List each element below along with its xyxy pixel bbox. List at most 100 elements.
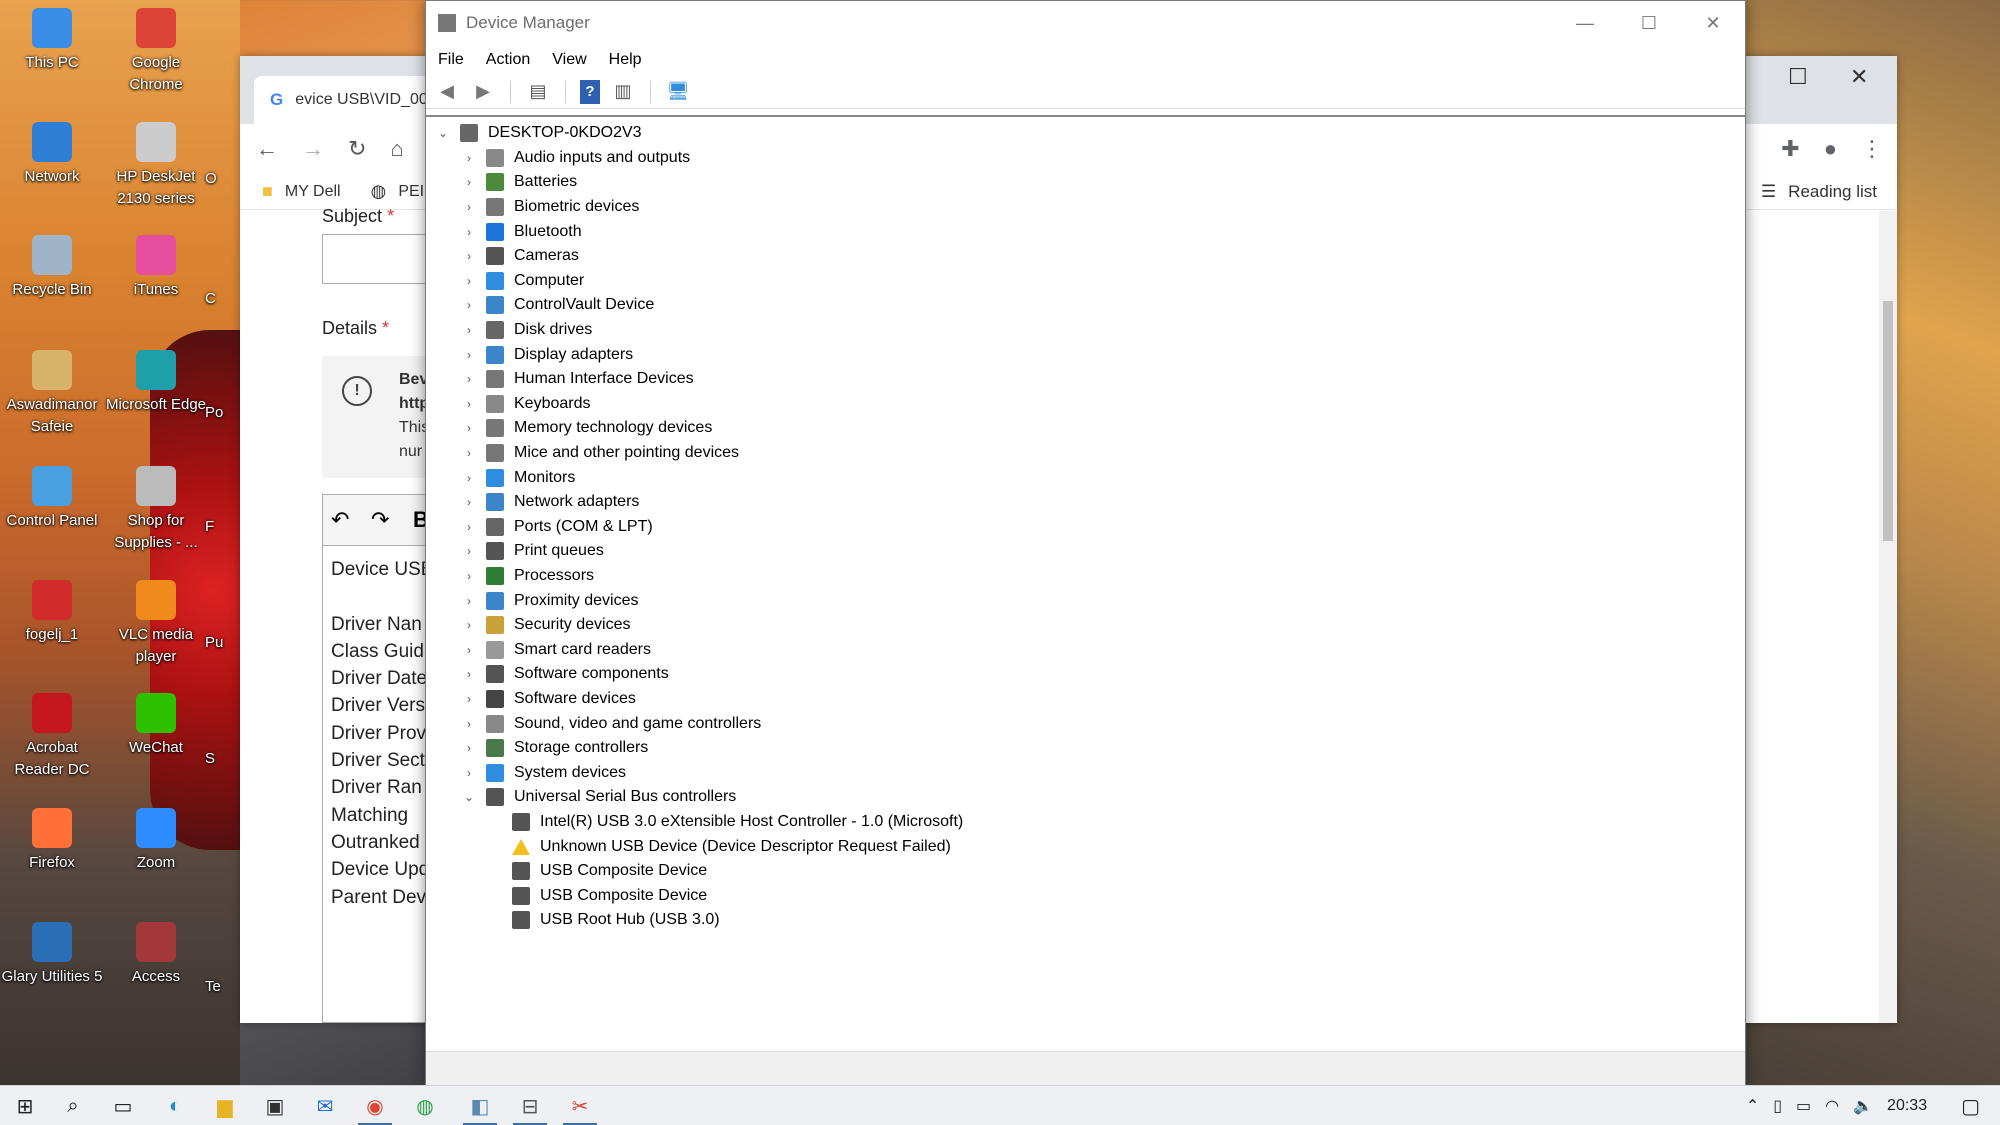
- menu-help[interactable]: Help: [609, 51, 642, 69]
- tree-category[interactable]: › Software devices: [462, 687, 636, 712]
- desktop-icon[interactable]: Access: [104, 922, 208, 988]
- dm-titlebar[interactable]: Device Manager — ☐ ✕: [426, 1, 1745, 45]
- tree-category[interactable]: › Disk drives: [462, 318, 592, 343]
- tree-device[interactable]: Intel(R) USB 3.0 eXtensible Host Control…: [512, 810, 963, 835]
- chevron-right-icon[interactable]: ›: [462, 495, 476, 509]
- reading-list-button[interactable]: ☰ Reading list: [1761, 174, 1877, 210]
- chevron-right-icon[interactable]: ›: [462, 569, 476, 583]
- browser-tab[interactable]: G evice USB\VID_00: [254, 76, 434, 124]
- home-icon[interactable]: ⌂: [390, 136, 403, 162]
- minimize-icon[interactable]: —: [1553, 1, 1617, 45]
- desktop-icon[interactable]: Firefox: [0, 808, 104, 874]
- back-icon[interactable]: ←: [256, 136, 278, 162]
- desktop-icon-label-partial[interactable]: Po: [205, 402, 245, 424]
- desktop-icon[interactable]: Acrobat Reader DC: [0, 693, 104, 781]
- chevron-right-icon[interactable]: ›: [462, 175, 476, 189]
- chevron-right-icon[interactable]: ›: [462, 471, 476, 485]
- chevron-down-icon[interactable]: ⌄: [462, 790, 476, 804]
- tree-device[interactable]: USB Composite Device: [512, 884, 707, 909]
- desktop-icon-label-partial[interactable]: F: [205, 516, 245, 538]
- tree-category[interactable]: › Smart card readers: [462, 638, 651, 663]
- extensions-icon[interactable]: ✚: [1781, 136, 1799, 162]
- wifi-icon[interactable]: ◠: [1825, 1096, 1839, 1116]
- tree-category[interactable]: › Print queues: [462, 539, 604, 564]
- properties-icon[interactable]: ▤: [525, 80, 551, 104]
- forward-arrow-icon[interactable]: ▶: [470, 80, 496, 104]
- view-icon[interactable]: ▥: [610, 80, 636, 104]
- chevron-right-icon[interactable]: ›: [462, 594, 476, 608]
- desktop-icon-label-partial[interactable]: Te: [205, 976, 245, 998]
- chevron-right-icon[interactable]: ›: [462, 225, 476, 239]
- tree-category[interactable]: › ControlVault Device: [462, 293, 654, 318]
- chevron-right-icon[interactable]: ›: [462, 421, 476, 435]
- device-manager-window[interactable]: Device Manager — ☐ ✕ File Action View Help …: [425, 0, 1746, 1086]
- chevron-right-icon[interactable]: ›: [462, 643, 476, 657]
- tree-category[interactable]: › Network adapters: [462, 490, 639, 515]
- chevron-right-icon[interactable]: ›: [462, 717, 476, 731]
- tree-device[interactable]: Unknown USB Device (Device Descriptor Re…: [512, 834, 951, 859]
- chevron-right-icon[interactable]: ›: [462, 249, 476, 263]
- chevron-right-icon[interactable]: ›: [462, 200, 476, 214]
- menu-view[interactable]: View: [552, 51, 586, 69]
- notifications-icon[interactable]: ▢: [1961, 1094, 1980, 1119]
- desktop-icon[interactable]: Recycle Bin: [0, 235, 104, 301]
- undo-icon[interactable]: ↶: [331, 507, 349, 533]
- tree-device[interactable]: USB Composite Device: [512, 859, 707, 884]
- chevron-down-icon[interactable]: ⌄: [436, 126, 450, 140]
- tree-category[interactable]: › Sound, video and game controllers: [462, 711, 761, 736]
- redo-icon[interactable]: ↷: [371, 507, 389, 533]
- chevron-right-icon[interactable]: ›: [462, 520, 476, 534]
- chrome-taskbar-icon[interactable]: ◉: [350, 1086, 400, 1125]
- subject-input[interactable]: [322, 234, 432, 284]
- tree-category[interactable]: › Processors: [462, 564, 594, 589]
- back-arrow-icon[interactable]: ◀: [434, 80, 460, 104]
- chevron-right-icon[interactable]: ›: [462, 544, 476, 558]
- battery-tray-icon[interactable]: ▭: [1796, 1096, 1811, 1116]
- desktop-icon[interactable]: fogelj_1: [0, 580, 104, 646]
- tree-category[interactable]: › Bluetooth: [462, 219, 582, 244]
- desktop-icon-label-partial[interactable]: C: [205, 288, 245, 310]
- desktop-icon-label-partial[interactable]: O: [205, 168, 245, 190]
- desktop-icon[interactable]: Google Chrome: [104, 8, 208, 96]
- tree-category[interactable]: › Storage controllers: [462, 736, 648, 761]
- desktop-icon-label-partial[interactable]: Pu: [205, 632, 245, 654]
- desktop-icon[interactable]: Control Panel: [0, 466, 104, 532]
- chevron-right-icon[interactable]: ›: [462, 151, 476, 165]
- chevron-right-icon[interactable]: ›: [462, 766, 476, 780]
- file-explorer-icon[interactable]: ▆: [200, 1086, 250, 1125]
- tree-category[interactable]: › Monitors: [462, 465, 575, 490]
- tree-category[interactable]: › Human Interface Devices: [462, 367, 694, 392]
- browser-scrollbar[interactable]: [1879, 211, 1897, 1023]
- device-tree[interactable]: ⌄ DESKTOP-0KDO2V3 › Audio inputs and output…: [426, 115, 1745, 1051]
- tree-category[interactable]: › Audio inputs and outputs: [462, 146, 690, 171]
- forward-icon[interactable]: →: [302, 136, 324, 162]
- tree-category[interactable]: › Batteries: [462, 170, 577, 195]
- details-editor[interactable]: Device USB Driver Nan Class Guid Driver Dat…: [322, 546, 432, 1023]
- desktop-icon[interactable]: This PC: [0, 8, 104, 74]
- browser-scroll-thumb[interactable]: [1883, 301, 1893, 541]
- desktop-icon[interactable]: iTunes: [104, 235, 208, 301]
- mail-icon[interactable]: ✉: [300, 1086, 350, 1125]
- clock[interactable]: 20:33: [1887, 1097, 1927, 1115]
- maximize-icon[interactable]: ☐: [1617, 1, 1681, 45]
- volume-icon[interactable]: 🔈: [1853, 1096, 1873, 1116]
- menu-file[interactable]: File: [438, 51, 464, 69]
- desktop-icon[interactable]: Network: [0, 122, 104, 188]
- tree-device[interactable]: USB Root Hub (USB 3.0): [512, 908, 720, 933]
- tree-category[interactable]: › Software components: [462, 662, 669, 687]
- menu-icon[interactable]: ⋮: [1861, 136, 1883, 162]
- chevron-right-icon[interactable]: ›: [462, 692, 476, 706]
- desktop-icon[interactable]: VLC media player: [104, 580, 208, 668]
- bookmark-pei[interactable]: PEI: [398, 183, 424, 201]
- whatsapp-taskbar-icon[interactable]: ◍: [400, 1086, 450, 1125]
- menu-action[interactable]: Action: [486, 51, 530, 69]
- desktop-icon[interactable]: WeChat: [104, 693, 208, 759]
- store-icon[interactable]: ▣: [250, 1086, 300, 1125]
- close-icon[interactable]: ✕: [1681, 1, 1745, 45]
- device-manager-taskbar-icon[interactable]: ⊟: [505, 1086, 555, 1125]
- browser-maximize-icon[interactable]: ☐: [1788, 64, 1808, 90]
- chevron-right-icon[interactable]: ›: [462, 323, 476, 337]
- tablet-icon[interactable]: ▯: [1773, 1096, 1782, 1116]
- tree-category[interactable]: › System devices: [462, 761, 626, 786]
- chevron-right-icon[interactable]: ›: [462, 397, 476, 411]
